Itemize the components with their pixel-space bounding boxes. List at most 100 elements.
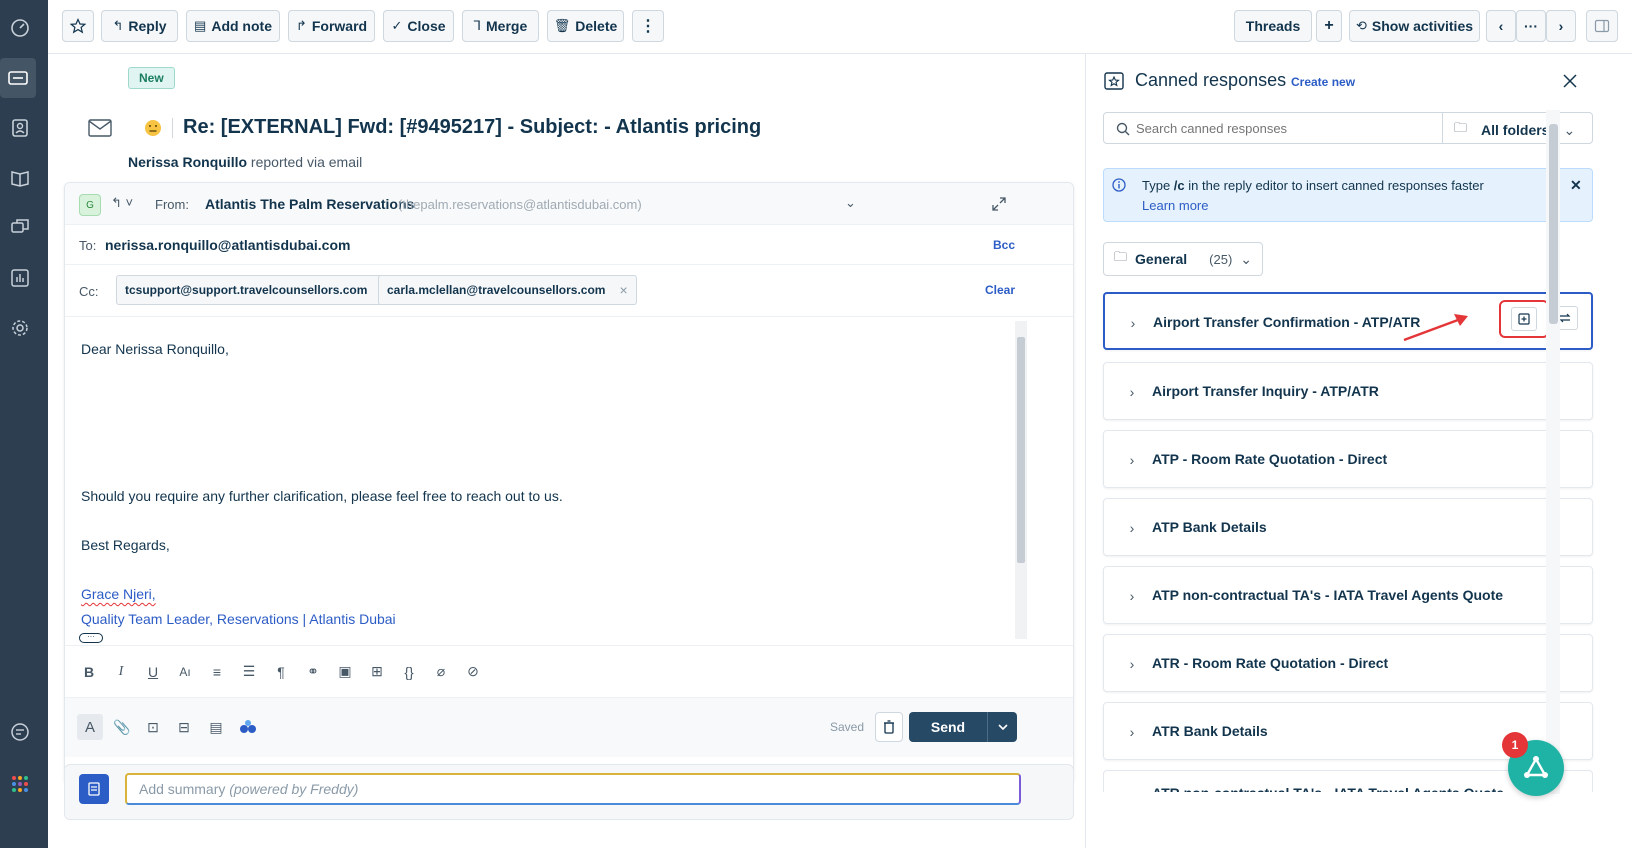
canned-scrollbar[interactable]: [1546, 110, 1560, 794]
canned-item[interactable]: › ATR - Room Rate Quotation - Direct: [1103, 634, 1593, 692]
delete-button[interactable]: 🗑 Delete: [547, 10, 624, 42]
cc-chip[interactable]: carla.mclellan@travelcounsellors.com ×: [378, 275, 637, 305]
merge-button[interactable]: ⅂ Merge: [462, 10, 539, 42]
show-quoted-text-button[interactable]: ···: [79, 633, 103, 643]
insert-image-icon[interactable]: ⊡: [140, 714, 166, 740]
font-size-icon[interactable]: Aı: [175, 662, 195, 682]
spellcheck-icon[interactable]: ⊘: [463, 662, 483, 682]
add-thread-button[interactable]: +: [1316, 10, 1342, 42]
to-recipient[interactable]: nerissa.ronquillo@atlantisdubai.com: [105, 237, 350, 253]
notification-badge: 1: [1502, 732, 1528, 758]
link-icon[interactable]: ⚭: [303, 662, 323, 682]
format-toggle-icon[interactable]: A: [77, 714, 103, 740]
star-button[interactable]: [62, 10, 94, 42]
insert-response-button[interactable]: [1499, 300, 1549, 338]
next-ticket-button[interactable]: ›: [1546, 10, 1576, 42]
chevron-down-icon: ⌄: [1563, 121, 1576, 138]
close-icon[interactable]: [1563, 74, 1577, 88]
ticket-list-button[interactable]: ···: [1516, 10, 1546, 42]
close-button[interactable]: ✓ Close: [383, 10, 454, 42]
reporter-name[interactable]: Nerissa Ronquillo: [128, 154, 247, 170]
sidebar-panel-icon: [1594, 19, 1610, 33]
reporter-info: Nerissa Ronquillo reported via email: [128, 154, 362, 170]
toggle-sidebar-button[interactable]: [1586, 10, 1618, 42]
folder-count: (25): [1209, 251, 1233, 267]
send-button[interactable]: Send: [909, 712, 987, 742]
learn-more-link[interactable]: Learn more: [1142, 198, 1208, 213]
numbered-list-icon[interactable]: ≡: [207, 662, 227, 682]
chevron-right-icon[interactable]: ›: [1122, 790, 1142, 792]
chevron-right-icon[interactable]: ›: [1122, 382, 1142, 402]
chevron-right-icon[interactable]: ›: [1122, 518, 1142, 538]
cc-chip[interactable]: tcsupport@support.travelcounsellors.com×: [116, 275, 399, 305]
remove-chip-icon[interactable]: ×: [619, 282, 627, 298]
canned-response-icon[interactable]: ▤: [203, 714, 229, 740]
from-row: G ↰ ˅ From: Atlantis The Palm Reservatio…: [65, 183, 1073, 225]
clear-format-icon[interactable]: ⌀: [431, 662, 451, 682]
reports-icon[interactable]: [4, 262, 36, 294]
canned-item[interactable]: › Airport Transfer Confirmation - ATP/AT…: [1103, 292, 1593, 350]
paragraph-icon[interactable]: ¶: [271, 662, 291, 682]
reply-type-dropdown[interactable]: ↰ ˅: [111, 195, 133, 211]
chevron-right-icon: ›: [1558, 18, 1564, 34]
italic-icon[interactable]: I: [111, 662, 131, 682]
freddy-ai-icon[interactable]: [235, 714, 261, 740]
knowledge-base-icon[interactable]: [4, 162, 36, 194]
image-icon[interactable]: ▣: [335, 662, 355, 682]
tickets-icon[interactable]: [0, 58, 36, 98]
bcc-link[interactable]: Bcc: [993, 238, 1015, 252]
chevron-right-icon[interactable]: ›: [1122, 450, 1142, 470]
chevron-right-icon[interactable]: ›: [1122, 654, 1142, 674]
attachment-icon[interactable]: 📎: [109, 714, 135, 740]
prev-ticket-button[interactable]: ‹: [1486, 10, 1516, 42]
discard-draft-button[interactable]: [875, 712, 903, 742]
format-toolbar: B I U Aı ≡ ☰ ¶ ⚭ ▣ ⊞ {} ⌀ ⊘: [65, 645, 1073, 697]
canned-item[interactable]: › ATP non-contractual TA's - IATA Travel …: [1103, 566, 1593, 624]
reply-body[interactable]: Dear Nerissa Ronquillo, Should you requi…: [65, 317, 1025, 647]
add-note-button[interactable]: ▤ Add note: [186, 10, 280, 42]
from-dropdown-chevron-icon[interactable]: ⌄: [845, 195, 856, 211]
insert-icon: [1518, 313, 1530, 325]
solution-article-icon[interactable]: ⊟: [171, 714, 197, 740]
send-options-button[interactable]: [987, 712, 1017, 742]
apps-grid-icon[interactable]: [4, 768, 36, 800]
threads-button[interactable]: Threads: [1234, 10, 1312, 42]
folder-select[interactable]: 🗀 General (25) ⌄: [1103, 242, 1263, 276]
chat-icon[interactable]: [4, 716, 36, 748]
dismiss-icon[interactable]: ✕: [1570, 177, 1582, 194]
table-icon[interactable]: ⊞: [367, 662, 387, 682]
create-new-link[interactable]: Create new: [1291, 75, 1355, 89]
folder-icon: 🗀: [1454, 120, 1468, 135]
expand-icon[interactable]: [991, 196, 1007, 212]
search-input[interactable]: [1136, 118, 1436, 138]
chevron-right-icon[interactable]: ›: [1122, 722, 1142, 742]
reporter-source: reported via email: [250, 154, 363, 170]
show-activities-button[interactable]: ⟲ Show activities: [1349, 10, 1480, 42]
forward-button[interactable]: ↱ Forward: [288, 10, 375, 42]
merge-icon: ⅂: [473, 18, 481, 33]
canned-item[interactable]: › ATP - Room Rate Quotation - Direct: [1103, 430, 1593, 488]
body-regards: Best Regards,: [81, 537, 170, 553]
draft-saved-status: Saved: [830, 720, 865, 734]
forums-icon[interactable]: [4, 212, 36, 244]
editor-scroll-thumb[interactable]: [1017, 337, 1025, 563]
from-name[interactable]: Atlantis The Palm Reservations: [205, 196, 414, 212]
code-icon[interactable]: {}: [399, 662, 419, 682]
bold-icon[interactable]: B: [79, 662, 99, 682]
chevron-right-icon[interactable]: ›: [1122, 586, 1142, 606]
canned-item[interactable]: › Airport Transfer Inquiry - ATP/ATR: [1103, 362, 1593, 420]
settings-gear-icon[interactable]: [4, 312, 36, 344]
more-options-button[interactable]: ⋮: [632, 10, 664, 42]
editor-scrollbar[interactable]: [1015, 321, 1027, 639]
underline-icon[interactable]: U: [143, 662, 163, 682]
clear-cc-link[interactable]: Clear: [985, 283, 1015, 297]
reply-button[interactable]: ↰ Reply: [101, 10, 178, 42]
subject-row: Re: [EXTERNAL] Fwd: [#9495217] - Subject…: [88, 116, 761, 139]
canned-item[interactable]: › ATP Bank Details: [1103, 498, 1593, 556]
canned-scroll-thumb[interactable]: [1549, 124, 1558, 324]
chevron-right-icon[interactable]: ›: [1123, 313, 1143, 333]
contacts-icon[interactable]: [4, 112, 36, 144]
summary-input[interactable]: Add summary (powered by Freddy): [125, 773, 1021, 805]
dashboard-icon[interactable]: [4, 12, 36, 44]
bullet-list-icon[interactable]: ☰: [239, 662, 259, 682]
